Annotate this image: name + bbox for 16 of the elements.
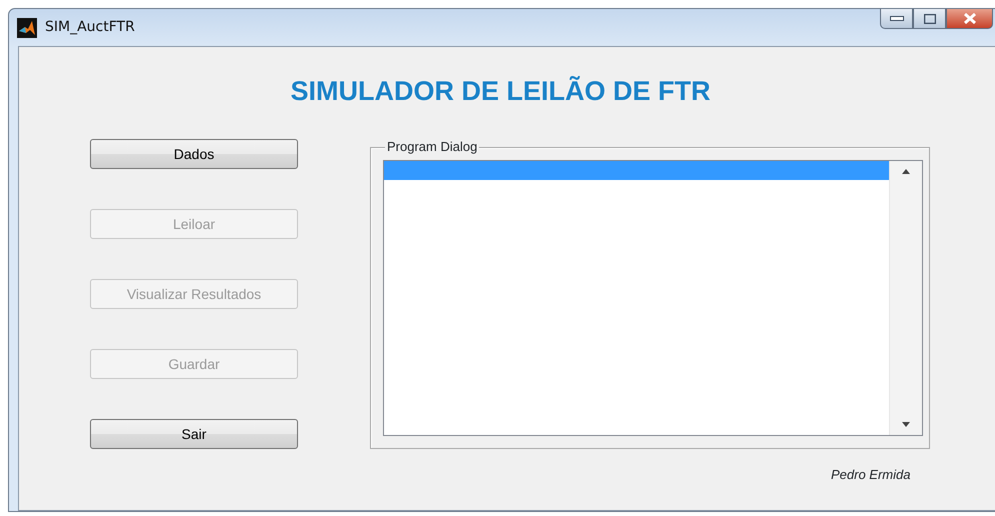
action-button[interactable]: Sair <box>90 419 298 449</box>
close-button[interactable] <box>946 9 993 29</box>
action-button[interactable]: Dados <box>90 139 298 169</box>
maximize-button[interactable] <box>913 9 946 29</box>
maximize-icon <box>924 14 936 24</box>
panel-title: Program Dialog <box>385 139 480 155</box>
author-label: Pedro Ermida <box>831 466 912 484</box>
scroll-down-icon <box>902 422 910 427</box>
app-icon <box>17 18 37 38</box>
minimize-icon <box>890 16 904 21</box>
app-heading: SIMULADOR DE LEILÃO DE FTR <box>290 78 712 105</box>
close-icon <box>962 13 976 24</box>
scroll-up-icon <box>902 169 910 174</box>
minimize-button[interactable] <box>880 9 913 29</box>
scrollbar[interactable] <box>889 161 922 435</box>
window-title: SIM_AuctFTR <box>45 18 135 37</box>
